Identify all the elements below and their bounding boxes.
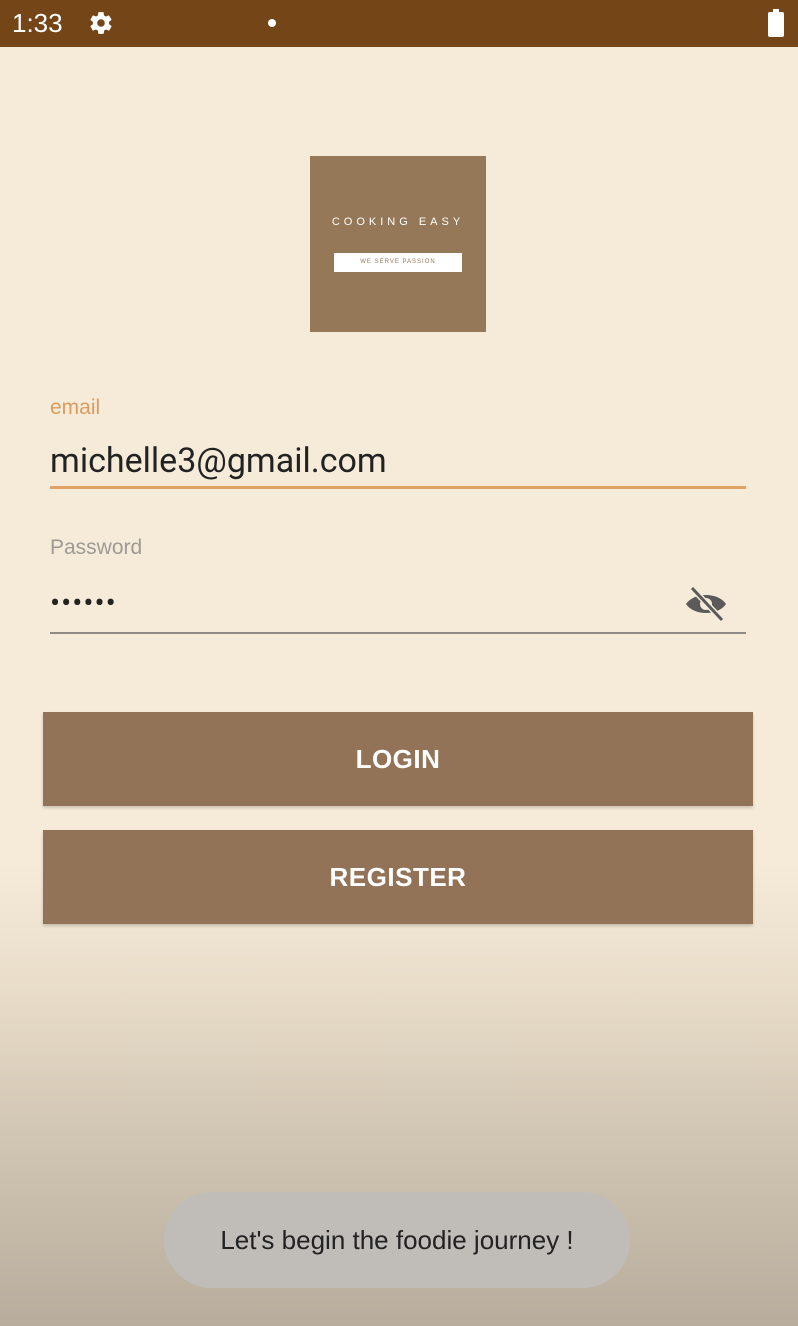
logo-title: COOKING EASY: [331, 216, 465, 228]
gear-icon: [88, 10, 114, 36]
status-bar: 1:33: [0, 0, 798, 47]
register-button[interactable]: REGISTER: [43, 830, 753, 924]
email-underline: [50, 486, 746, 489]
logo-tagline: WE SERVE PASSION: [334, 253, 462, 272]
email-label: email: [50, 396, 101, 419]
toast-message: Let's begin the foodie journey !: [164, 1192, 630, 1288]
password-underline: [50, 632, 746, 634]
eye-off-icon[interactable]: [682, 584, 730, 624]
battery-icon: [768, 9, 784, 37]
password-label: Password: [50, 536, 143, 559]
app-logo: COOKING EASY WE SERVE PASSION: [310, 156, 486, 332]
login-button[interactable]: LOGIN: [43, 712, 753, 806]
notification-dot-icon: [268, 19, 276, 27]
email-field[interactable]: [50, 440, 670, 482]
password-field[interactable]: [50, 585, 670, 621]
status-time: 1:33: [12, 8, 63, 38]
